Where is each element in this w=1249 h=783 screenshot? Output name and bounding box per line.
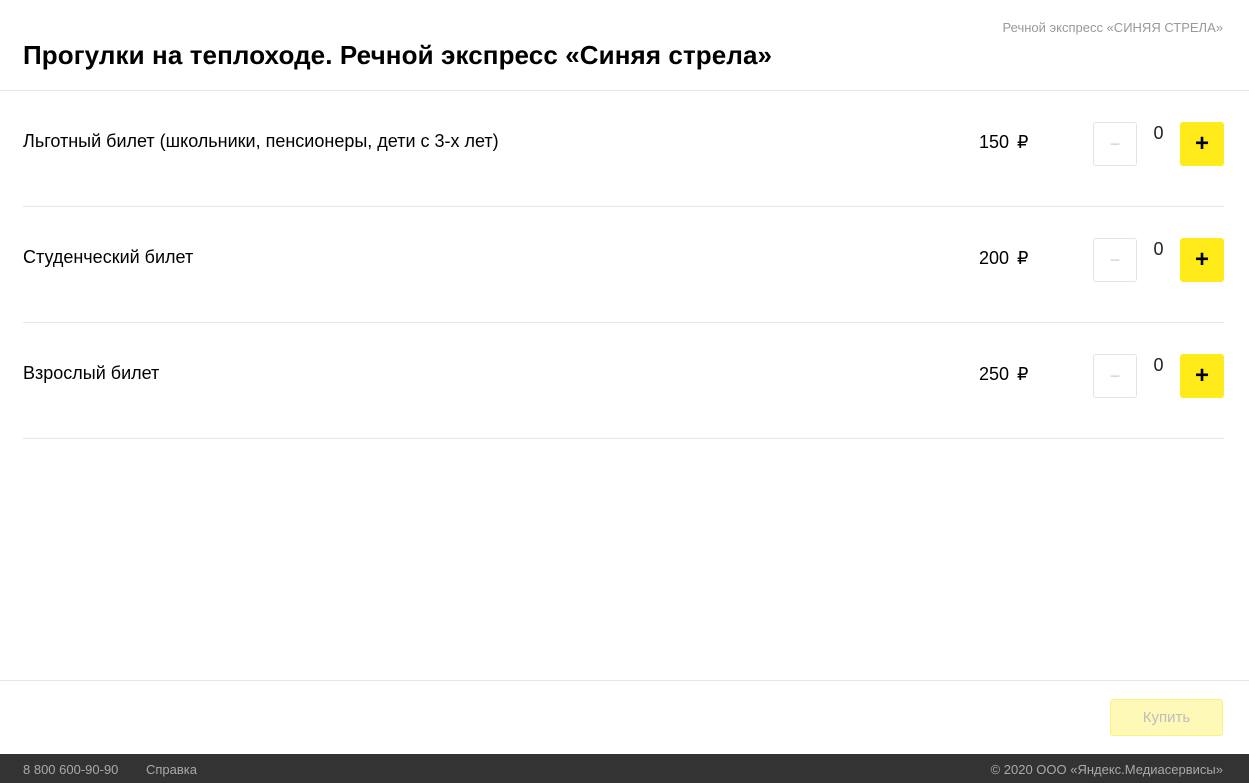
plus-icon: + [1194,362,1209,389]
copyright: © 2020 ООО «Яндекс.Медиасервисы» [990,762,1223,777]
minus-icon: − [1109,134,1121,154]
ticket-price: 200 ₽ [979,248,1029,269]
ticket-name: Взрослый билет [23,363,160,383]
ticket-row-discount: Льготный билет (школьники, пенсионеры, д… [23,91,1224,207]
buy-bar: Купить [0,680,1249,754]
price-value: 150 [979,132,1010,152]
plus-icon: + [1194,130,1209,157]
plus-icon: + [1194,246,1209,273]
ticket-name: Льготный билет (школьники, пенсионеры, д… [23,131,499,151]
footer: 8 800 600-90-90 Справка © 2020 ООО «Янде… [0,754,1249,783]
help-link[interactable]: Справка [146,762,197,777]
organizer-link[interactable]: Речной экспресс «СИНЯЯ СТРЕЛА» [1003,20,1223,35]
quantity-value: 0 [1153,239,1164,259]
price-value: 200 [979,248,1010,268]
ruble-icon: ₽ [1017,132,1029,152]
ticket-name: Студенческий билет [23,247,194,267]
ticket-widget-page: Речной экспресс «СИНЯЯ СТРЕЛА» Прогулки … [0,0,1249,783]
increase-button[interactable]: + [1180,122,1224,166]
decrease-button[interactable]: − [1093,122,1137,166]
minus-icon: − [1109,250,1121,270]
ticket-row-student: Студенческий билет 200 ₽ − 0 + [23,207,1224,323]
ticket-row-adult: Взрослый билет 250 ₽ − 0 + [23,323,1224,439]
support-phone[interactable]: 8 800 600-90-90 [23,762,118,777]
decrease-button[interactable]: − [1093,354,1137,398]
quantity-stepper: − 0 + [1093,122,1224,166]
quantity-value: 0 [1153,355,1164,375]
quantity-stepper: − 0 + [1093,354,1224,398]
ticket-list: Льготный билет (школьники, пенсионеры, д… [23,91,1224,439]
decrease-button[interactable]: − [1093,238,1137,282]
page-title: Прогулки на теплоходе. Речной экспресс «… [23,40,773,70]
quantity-value: 0 [1153,123,1164,143]
header: Речной экспресс «СИНЯЯ СТРЕЛА» Прогулки … [0,0,1249,91]
minus-icon: − [1109,366,1121,386]
ticket-price: 150 ₽ [979,132,1029,153]
quantity-stepper: − 0 + [1093,238,1224,282]
ruble-icon: ₽ [1017,248,1029,268]
increase-button[interactable]: + [1180,238,1224,282]
ruble-icon: ₽ [1017,364,1029,384]
ticket-price: 250 ₽ [979,364,1029,385]
buy-button[interactable]: Купить [1110,699,1223,736]
increase-button[interactable]: + [1180,354,1224,398]
price-value: 250 [979,364,1010,384]
